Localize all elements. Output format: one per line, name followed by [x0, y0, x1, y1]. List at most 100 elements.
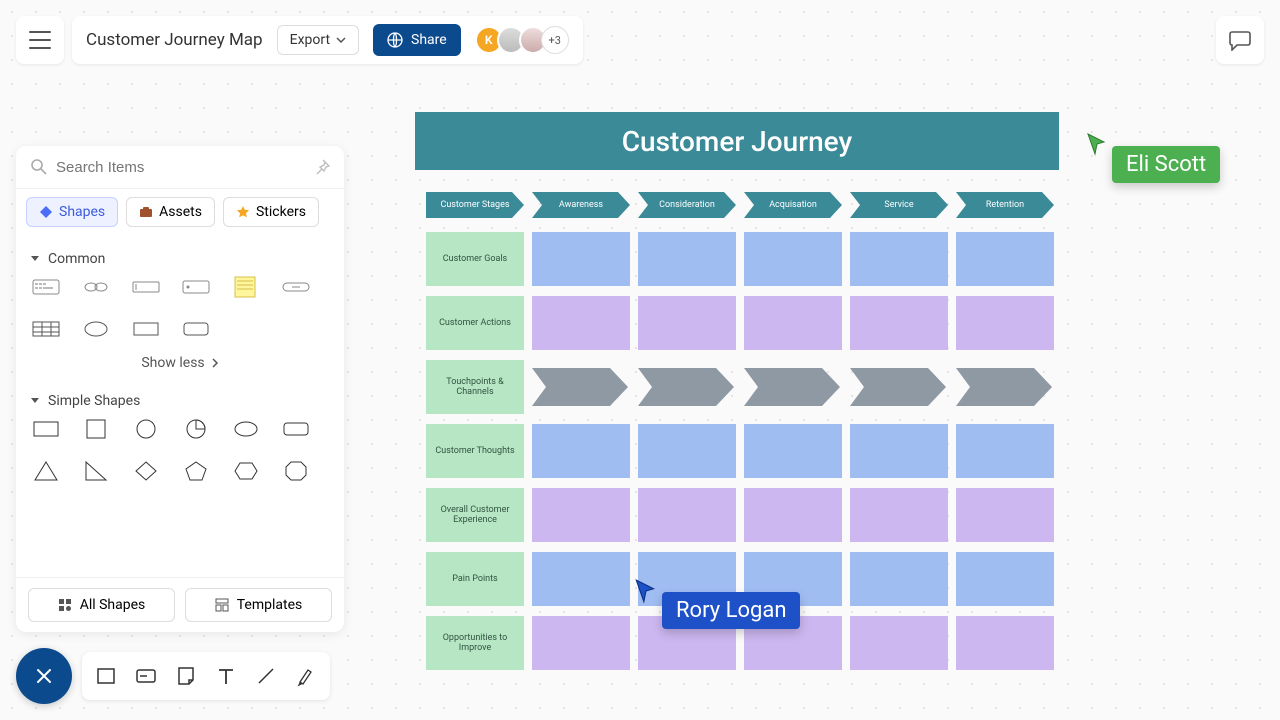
tool-line[interactable]	[252, 662, 280, 690]
tool-rect[interactable]	[92, 662, 120, 690]
journey-cell[interactable]	[956, 552, 1054, 606]
row-label[interactable]: Customer Thoughts	[426, 424, 524, 478]
simple-shapes	[30, 417, 330, 483]
journey-cell[interactable]	[956, 296, 1054, 350]
tab-stickers[interactable]: Stickers	[223, 197, 319, 227]
journey-cell[interactable]	[532, 488, 630, 542]
journey-cell[interactable]	[744, 424, 842, 478]
journey-cell[interactable]	[532, 552, 630, 606]
journey-cell-arrow[interactable]	[638, 360, 736, 414]
journey-cell[interactable]	[956, 488, 1054, 542]
journey-cell[interactable]	[850, 232, 948, 286]
shape-circle[interactable]	[130, 417, 162, 441]
journey-cell-arrow[interactable]	[850, 360, 948, 414]
journey-cell[interactable]	[850, 296, 948, 350]
journey-cell-arrow[interactable]	[532, 360, 630, 414]
journey-cell[interactable]	[850, 424, 948, 478]
journey-cell[interactable]	[850, 616, 948, 670]
canvas-title[interactable]: Customer Journey	[415, 112, 1059, 170]
journey-cell[interactable]	[956, 232, 1054, 286]
all-shapes-button[interactable]: All Shapes	[28, 588, 175, 622]
cursor-label: Rory Logan	[662, 592, 800, 629]
tool-highlighter[interactable]	[292, 662, 320, 690]
panel-body[interactable]: Common Show less Simple Shapes	[16, 235, 344, 577]
search-input[interactable]	[56, 159, 314, 176]
shape-rectangle[interactable]	[30, 417, 62, 441]
row-label[interactable]: Customer Actions	[426, 296, 524, 350]
tool-note[interactable]	[172, 662, 200, 690]
cursor-icon	[634, 578, 658, 606]
journey-cell[interactable]	[638, 232, 736, 286]
shape-right-triangle[interactable]	[80, 459, 112, 483]
shape-triangle[interactable]	[30, 459, 62, 483]
shape-roundrect[interactable]	[280, 417, 312, 441]
shape-octagon[interactable]	[280, 459, 312, 483]
journey-row: Touchpoints & Channels	[426, 360, 1054, 414]
stage-arrow[interactable]: Service	[850, 192, 948, 218]
pin-icon[interactable]	[314, 159, 330, 175]
hamburger-icon	[29, 31, 51, 49]
journey-cell[interactable]	[744, 232, 842, 286]
row-label[interactable]: Opportunities to Improve	[426, 616, 524, 670]
close-panel-button[interactable]	[16, 648, 72, 704]
journey-cell[interactable]	[850, 552, 948, 606]
journey-cell[interactable]	[532, 424, 630, 478]
shape-keyboard[interactable]	[30, 275, 62, 299]
row-label[interactable]: Customer Goals	[426, 232, 524, 286]
share-button[interactable]: Share	[373, 24, 461, 56]
journey-cell-arrow[interactable]	[956, 360, 1054, 414]
tool-card[interactable]	[132, 662, 160, 690]
stage-arrow[interactable]: Awareness	[532, 192, 630, 218]
stage-arrow[interactable]: Customer Stages	[426, 192, 524, 218]
comments-button[interactable]	[1216, 16, 1264, 64]
shape-rounded[interactable]	[180, 317, 212, 341]
shape-ellipse[interactable]	[80, 317, 112, 341]
journey-cell[interactable]	[744, 488, 842, 542]
tool-text[interactable]	[212, 662, 240, 690]
journey-cell[interactable]	[532, 616, 630, 670]
shape-oval[interactable]	[230, 417, 262, 441]
journey-row: Customer Thoughts	[426, 424, 1054, 478]
row-label[interactable]: Overall Customer Experience	[426, 488, 524, 542]
journey-cell[interactable]	[744, 296, 842, 350]
shape-hexagon[interactable]	[230, 459, 262, 483]
export-button[interactable]: Export	[277, 25, 359, 55]
shape-input[interactable]	[130, 275, 162, 299]
journey-cell[interactable]	[850, 488, 948, 542]
group-common[interactable]: Common	[30, 251, 330, 267]
tab-label: Shapes	[59, 204, 105, 220]
menu-button[interactable]	[16, 16, 64, 64]
shape-link[interactable]	[80, 275, 112, 299]
avatar-more[interactable]: +3	[541, 26, 569, 54]
shape-diamond[interactable]	[130, 459, 162, 483]
journey-cell[interactable]	[638, 424, 736, 478]
document-title[interactable]: Customer Journey Map	[86, 30, 263, 50]
close-icon	[34, 666, 54, 686]
collaborator-avatars[interactable]: K +3	[475, 26, 569, 54]
shape-card[interactable]	[180, 275, 212, 299]
stage-arrow[interactable]: Acquisation	[744, 192, 842, 218]
shape-button[interactable]	[280, 275, 312, 299]
journey-cell[interactable]	[638, 296, 736, 350]
stage-arrow[interactable]: Retention	[956, 192, 1054, 218]
journey-cell[interactable]	[532, 296, 630, 350]
journey-cell-arrow[interactable]	[744, 360, 842, 414]
shape-arc[interactable]	[180, 417, 212, 441]
shape-pentagon[interactable]	[180, 459, 212, 483]
shape-sticky[interactable]	[230, 275, 262, 299]
row-label[interactable]: Pain Points	[426, 552, 524, 606]
journey-cell[interactable]	[956, 424, 1054, 478]
stage-arrow[interactable]: Consideration	[638, 192, 736, 218]
tab-shapes[interactable]: Shapes	[26, 197, 118, 227]
group-simple[interactable]: Simple Shapes	[30, 393, 330, 409]
shape-square[interactable]	[80, 417, 112, 441]
journey-cell[interactable]	[638, 488, 736, 542]
journey-cell[interactable]	[532, 232, 630, 286]
shape-table[interactable]	[30, 317, 62, 341]
row-label[interactable]: Touchpoints & Channels	[426, 360, 524, 414]
show-less[interactable]: Show less	[30, 349, 330, 383]
templates-button[interactable]: Templates	[185, 588, 332, 622]
journey-cell[interactable]	[956, 616, 1054, 670]
tab-assets[interactable]: Assets	[126, 197, 215, 227]
shape-rect[interactable]	[130, 317, 162, 341]
